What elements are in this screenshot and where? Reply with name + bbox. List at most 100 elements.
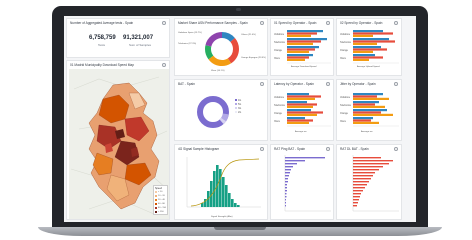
bar-series-1 <box>353 109 387 112</box>
bar-series-1 <box>287 38 327 41</box>
bar-series-2 <box>353 56 383 59</box>
signal-histogram[interactable] <box>177 153 267 215</box>
kpi-tests-label: Tests <box>98 43 106 47</box>
rank-title-2: RAT DL BAT - Spain <box>340 147 369 151</box>
x-axis-label: Average ms <box>361 131 373 133</box>
panel-menu-icon[interactable] <box>260 147 264 151</box>
speed-bars-chart-2[interactable]: Vodafone Telefonica Orange Xfera <box>339 27 401 71</box>
legend-swatch <box>155 207 157 209</box>
map-title: 01 Madrid Municipality Download Speed Ma… <box>70 63 134 67</box>
bar-series-2 <box>287 95 321 98</box>
bar-series-3 <box>353 42 377 45</box>
x-axis-label: Signal Strength (dBm) <box>211 216 233 218</box>
map-panel: 01 Madrid Municipality Download Speed Ma… <box>66 60 170 220</box>
bar-series-1 <box>287 109 311 112</box>
svg-text:Telefonica: Telefonica <box>340 104 351 107</box>
market-share-title: Market Share ASN Performance Samples - S… <box>178 21 248 25</box>
svg-text:Xfera: Xfera <box>340 57 346 60</box>
donut-label: Others (21.4%) <box>241 34 256 36</box>
rank-chart-1[interactable] <box>273 153 333 217</box>
dashboard-screen: Number of Aggregated Average tests - Spa… <box>64 16 416 222</box>
kpi-tests-value: 6,758,759 <box>89 35 116 41</box>
bar-series-2 <box>353 40 395 43</box>
panel-menu-icon[interactable] <box>326 147 330 151</box>
x-axis-label: Average ms <box>295 131 307 133</box>
bar-series-3 <box>287 113 317 116</box>
svg-text:Xfera: Xfera <box>274 57 280 60</box>
svg-text:Telefonica: Telefonica <box>340 41 351 44</box>
legend-item: > 150 <box>158 210 164 213</box>
panel-menu-icon[interactable] <box>394 21 398 25</box>
latency-panel: Latency by Operator - Spain Vodafone Tel… <box>270 79 334 141</box>
svg-text:Xfera: Xfera <box>274 120 280 123</box>
bar-series-3 <box>353 58 369 61</box>
bar-series-1 <box>353 101 379 104</box>
bar-series-1 <box>353 54 375 57</box>
svg-text:Orange: Orange <box>274 49 283 52</box>
kpi-devices-label: Sum of Samples <box>129 43 152 47</box>
histogram-panel: 4G Signal Sample Histogram Signal Streng… <box>174 144 268 220</box>
panel-menu-icon[interactable] <box>326 21 330 25</box>
panel-menu-icon[interactable] <box>394 82 398 86</box>
bar-series-3 <box>353 34 373 37</box>
bar-series-2 <box>287 32 317 35</box>
bar-series-1 <box>353 46 381 49</box>
bat-title: BAT - Spain <box>178 82 195 86</box>
kpi-panel: Number of Aggregated Average tests - Spa… <box>66 18 170 58</box>
legend-swatch <box>235 107 237 109</box>
svg-text:Vodafone: Vodafone <box>274 33 285 36</box>
legend-item: 40 - 80 <box>158 202 165 205</box>
legend-label: 4G <box>238 98 242 102</box>
panel-menu-icon[interactable] <box>326 82 330 86</box>
bar-series-3 <box>353 105 385 108</box>
market-share-donut[interactable] <box>202 29 242 69</box>
legend-label: 5G <box>238 102 242 106</box>
bar-series-3 <box>287 97 315 100</box>
bar-series-3 <box>287 58 305 61</box>
bar-series-1 <box>287 117 305 120</box>
legend-swatch <box>235 111 237 113</box>
bar-series-3 <box>353 113 393 116</box>
legend-label: 3G <box>238 106 242 110</box>
rank-panel-1: RAT Ping BAT - Spain <box>270 144 334 220</box>
bar-series-3 <box>287 34 311 37</box>
bar-series-1 <box>353 117 373 120</box>
bat-legend-item: 2G <box>235 110 241 114</box>
panel-menu-icon[interactable] <box>162 63 166 67</box>
bat-legend: 4G 5G 3G 2G <box>235 98 241 114</box>
histogram-title: 4G Signal Sample Histogram <box>178 147 220 151</box>
panel-menu-icon[interactable] <box>394 147 398 151</box>
jitter-chart[interactable]: Vodafone Telefonica Orange Xfera <box>339 88 401 134</box>
speed-bars-title-2: 02 Speed by Operator - Spain <box>340 21 383 25</box>
svg-text:Xfera: Xfera <box>340 120 346 123</box>
bar-series-1 <box>287 54 313 57</box>
bar-series-3 <box>353 121 379 124</box>
bar-series-2 <box>353 119 371 122</box>
panel-menu-icon[interactable] <box>162 21 166 25</box>
svg-text:Telefonica: Telefonica <box>274 41 285 44</box>
legend-swatch <box>155 199 157 201</box>
donut-label: Telefonica (27.3%) <box>178 43 197 45</box>
bar-series-1 <box>287 46 319 49</box>
latency-title: Latency by Operator - Spain <box>274 82 314 86</box>
legend-label: 2G <box>238 110 242 114</box>
speed-bars-chart-1[interactable]: Vodafone Telefonica Orange Xfera <box>273 27 333 71</box>
svg-text:Orange: Orange <box>340 112 349 115</box>
laptop-notch <box>214 227 266 230</box>
bat-donut[interactable] <box>193 92 233 132</box>
bar-series-2 <box>287 40 321 43</box>
latency-chart[interactable]: Vodafone Telefonica Orange Xfera <box>273 88 333 134</box>
panel-menu-icon[interactable] <box>260 21 264 25</box>
legend-swatch <box>155 195 157 197</box>
legend-swatch <box>155 203 157 205</box>
legend-item: 80 - 150 <box>158 206 167 209</box>
bar-series-2 <box>353 48 387 51</box>
rank-chart-2[interactable] <box>339 153 401 217</box>
bar-series-2 <box>287 56 309 59</box>
market-share-panel: Market Share ASN Performance Samples - S… <box>174 18 268 76</box>
jitter-title: Jitter by Operator - Spain <box>340 82 376 86</box>
bar-series-2 <box>287 103 317 106</box>
legend-item: 10 - 20 <box>158 194 165 197</box>
bar-series-1 <box>287 93 309 96</box>
panel-menu-icon[interactable] <box>260 82 264 86</box>
